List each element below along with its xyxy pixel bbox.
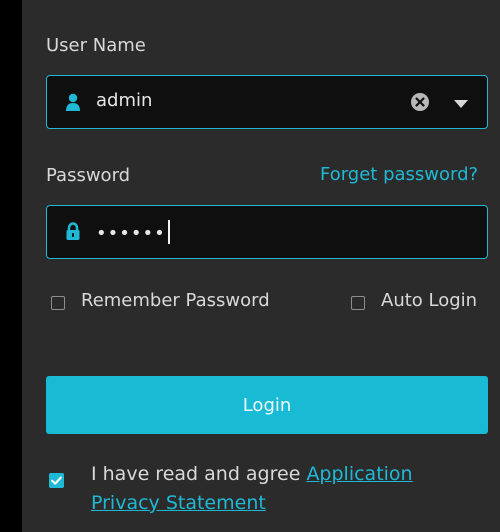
username-label: User Name <box>46 35 146 56</box>
password-dots: •••••• <box>96 223 166 244</box>
agreement-text: I have read and agree Application Privac… <box>91 460 471 518</box>
user-icon <box>66 93 80 111</box>
check-icon[interactable] <box>49 473 64 488</box>
username-value[interactable]: admin <box>96 90 152 111</box>
auto-login-label[interactable]: Auto Login <box>381 290 477 311</box>
username-field[interactable]: admin <box>46 75 488 129</box>
agreement-prefix: I have read and agree <box>91 463 307 485</box>
remember-password-checkbox[interactable] <box>51 296 65 310</box>
auto-login-checkbox[interactable] <box>351 296 365 310</box>
login-button[interactable]: Login <box>46 376 488 434</box>
password-value[interactable]: •••••• <box>96 220 170 244</box>
forgot-password-link[interactable]: Forget password? <box>320 164 478 185</box>
chevron-down-icon[interactable] <box>452 98 470 110</box>
password-field[interactable]: •••••• <box>46 205 488 259</box>
clear-icon[interactable] <box>410 92 430 112</box>
lock-icon <box>66 222 80 240</box>
text-cursor <box>167 220 170 244</box>
remember-password-label[interactable]: Remember Password <box>81 290 270 311</box>
password-label: Password <box>46 165 131 186</box>
